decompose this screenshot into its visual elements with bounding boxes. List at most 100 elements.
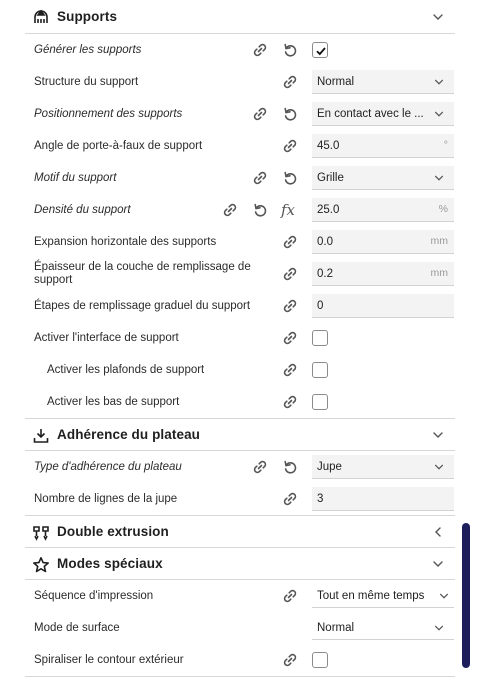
category-adhesion-header[interactable]: Adhérence du plateau bbox=[25, 419, 455, 451]
category-title: Modes spéciaux bbox=[57, 556, 163, 571]
setting-label: Séquence d'impression bbox=[34, 589, 154, 602]
link-icon[interactable] bbox=[281, 265, 299, 283]
infill-thickness-input[interactable]: 0.2 mm bbox=[312, 262, 454, 286]
setting-row-infill-thickness: Épaisseur de la couche de remplissage de… bbox=[25, 258, 455, 290]
spiralize-checkbox[interactable] bbox=[312, 652, 328, 668]
link-icon[interactable] bbox=[281, 651, 299, 669]
support-bottoms-checkbox[interactable] bbox=[312, 394, 328, 410]
setting-label: Type d'adhérence du plateau bbox=[34, 460, 182, 473]
support-density-input[interactable]: 25.0 % bbox=[312, 198, 454, 222]
setting-label: Étapes de remplissage graduel du support bbox=[34, 299, 251, 312]
input-value: 0 bbox=[317, 299, 324, 312]
setting-label: Activer les plafonds de support bbox=[47, 363, 205, 376]
chevron-down-icon bbox=[433, 76, 445, 88]
support-roofs-checkbox[interactable] bbox=[312, 362, 328, 378]
surface-mode-select[interactable]: Normal bbox=[312, 616, 454, 640]
category-title: Double extrusion bbox=[57, 524, 169, 539]
select-value: Jupe bbox=[317, 460, 342, 473]
link-icon[interactable] bbox=[251, 458, 269, 476]
support-interface-checkbox[interactable] bbox=[312, 330, 328, 346]
chevron-down-icon bbox=[433, 461, 445, 473]
scrollbar-thumb[interactable] bbox=[462, 523, 470, 668]
category-dual-extrusion-header[interactable]: Double extrusion bbox=[25, 516, 455, 548]
setting-row-surface-mode: Mode de surface Normal bbox=[25, 612, 455, 644]
unit-label: % bbox=[438, 203, 448, 215]
setting-label: Angle de porte-à-faux de support bbox=[34, 139, 203, 152]
setting-row-gradual-infill-steps: Étapes de remplissage graduel du support… bbox=[25, 290, 455, 322]
setting-row-skirt-lines: Nombre de lignes de la jupe 3 bbox=[25, 483, 455, 515]
setting-label: Mode de surface bbox=[34, 621, 120, 634]
category-title: Adhérence du plateau bbox=[57, 427, 201, 442]
link-icon[interactable] bbox=[281, 329, 299, 347]
input-value: 0.2 bbox=[317, 267, 333, 280]
chevron-left-icon[interactable] bbox=[431, 525, 445, 539]
link-icon[interactable] bbox=[251, 41, 269, 59]
support-structure-select[interactable]: Normal bbox=[312, 70, 454, 94]
skirt-lines-input[interactable]: 3 bbox=[312, 487, 454, 511]
setting-label: Générer les supports bbox=[34, 43, 142, 56]
setting-label: Expansion horizontale des supports bbox=[34, 235, 217, 248]
input-value: 25.0 bbox=[317, 203, 340, 216]
category-title: Supports bbox=[57, 9, 118, 24]
reset-icon[interactable] bbox=[281, 458, 299, 476]
setting-row-support-placement: Positionnement des supports En contact a… bbox=[25, 98, 455, 130]
support-pattern-select[interactable]: Grille bbox=[312, 166, 454, 190]
dual-extrusion-icon bbox=[32, 524, 50, 542]
chevron-down-icon bbox=[433, 108, 445, 120]
print-sequence-select[interactable]: Tout en même temps bbox=[312, 584, 454, 608]
supports-icon bbox=[32, 8, 50, 26]
chevron-down-icon bbox=[438, 590, 450, 602]
category-supports-header[interactable]: Supports bbox=[25, 0, 455, 34]
link-icon[interactable] bbox=[281, 393, 299, 411]
input-value: 0.0 bbox=[317, 235, 333, 248]
link-icon[interactable] bbox=[281, 137, 299, 155]
reset-icon[interactable] bbox=[281, 41, 299, 59]
reset-icon[interactable] bbox=[281, 169, 299, 187]
adhesion-icon bbox=[32, 427, 50, 445]
link-icon[interactable] bbox=[281, 490, 299, 508]
setting-row-support-density: Densité du support fx 25.0 % bbox=[25, 194, 455, 226]
select-value: Normal bbox=[317, 621, 355, 634]
link-icon[interactable] bbox=[281, 587, 299, 605]
setting-label: Motif du support bbox=[34, 171, 117, 184]
setting-label: Positionnement des supports bbox=[34, 107, 183, 120]
link-icon[interactable] bbox=[221, 201, 239, 219]
setting-row-support-pattern: Motif du support Grille bbox=[25, 162, 455, 194]
setting-row-support-structure: Structure du support Normal bbox=[25, 66, 455, 98]
link-icon[interactable] bbox=[281, 297, 299, 315]
function-icon[interactable]: fx bbox=[281, 201, 299, 219]
link-icon[interactable] bbox=[281, 73, 299, 91]
link-icon[interactable] bbox=[251, 169, 269, 187]
unit-label: mm bbox=[430, 235, 449, 247]
select-value: Tout en même temps bbox=[317, 589, 425, 602]
select-value: Grille bbox=[317, 171, 344, 184]
gradual-infill-steps-input[interactable]: 0 bbox=[312, 294, 454, 318]
setting-label: Nombre de lignes de la jupe bbox=[34, 492, 178, 505]
divider bbox=[25, 676, 455, 677]
setting-label: Structure du support bbox=[34, 75, 139, 88]
setting-row-spiralize: Spiraliser le contour extérieur bbox=[25, 644, 455, 676]
reset-icon[interactable] bbox=[281, 105, 299, 123]
adhesion-type-select[interactable]: Jupe bbox=[312, 455, 454, 479]
setting-row-adhesion-type: Type d'adhérence du plateau Jupe bbox=[25, 451, 455, 483]
star-icon bbox=[32, 556, 50, 574]
reset-icon[interactable] bbox=[251, 201, 269, 219]
overhang-angle-input[interactable]: 45.0 ° bbox=[312, 134, 454, 158]
chevron-down-icon[interactable] bbox=[431, 10, 445, 24]
support-placement-select[interactable]: En contact avec le ... bbox=[312, 102, 454, 126]
link-icon[interactable] bbox=[281, 233, 299, 251]
chevron-down-icon[interactable] bbox=[431, 557, 445, 571]
setting-row-print-sequence: Séquence d'impression Tout en même temps bbox=[25, 580, 455, 612]
input-value: 45.0 bbox=[317, 139, 340, 152]
setting-label: Spiraliser le contour extérieur bbox=[34, 653, 184, 666]
link-icon[interactable] bbox=[281, 361, 299, 379]
setting-row-support-interface: Activer l'interface de support bbox=[25, 322, 455, 354]
category-special-modes-header[interactable]: Modes spéciaux bbox=[25, 548, 455, 580]
chevron-down-icon[interactable] bbox=[431, 428, 445, 442]
horizontal-expansion-input[interactable]: 0.0 mm bbox=[312, 230, 454, 254]
input-value: 3 bbox=[317, 492, 324, 505]
setting-label: Activer l'interface de support bbox=[34, 331, 179, 344]
link-icon[interactable] bbox=[251, 105, 269, 123]
setting-row-support-bottoms: Activer les bas de support bbox=[25, 386, 455, 418]
generate-supports-checkbox[interactable] bbox=[312, 42, 328, 58]
